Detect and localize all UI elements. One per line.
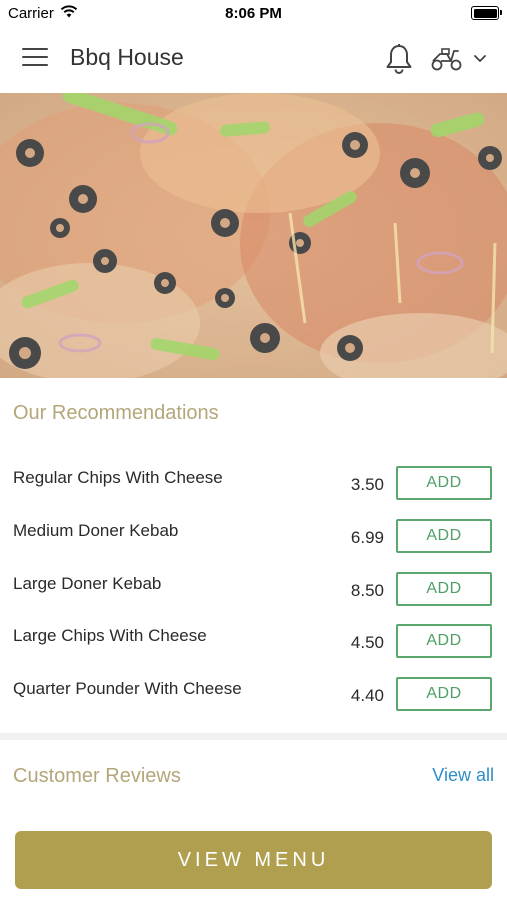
add-button[interactable]: ADD <box>396 466 492 500</box>
status-right <box>471 6 507 20</box>
hero-pizza-image <box>0 93 507 378</box>
battery-icon <box>471 6 502 20</box>
add-button[interactable]: ADD <box>396 572 492 606</box>
app-header: Bbq House <box>0 26 507 93</box>
recommendations-title: Our Recommendations <box>13 402 219 424</box>
item-price: 4.40 <box>350 686 384 705</box>
add-button[interactable]: ADD <box>396 624 492 658</box>
reviews-title: Customer Reviews <box>13 765 181 787</box>
bell-icon[interactable] <box>384 43 414 75</box>
wifi-icon <box>60 4 78 22</box>
add-button[interactable]: ADD <box>396 677 492 711</box>
item-price: 8.50 <box>350 581 384 600</box>
section-divider <box>0 733 507 740</box>
scooter-icon[interactable] <box>430 46 464 72</box>
add-button[interactable]: ADD <box>396 519 492 553</box>
chevron-down-icon[interactable] <box>472 52 488 66</box>
recommendation-item: Quarter Pounder With Cheese 4.40 ADD <box>0 677 507 729</box>
item-name: Quarter Pounder With Cheese <box>13 679 242 698</box>
status-left: Carrier <box>0 5 78 22</box>
carrier-label: Carrier <box>8 4 54 22</box>
item-name: Regular Chips With Cheese <box>13 468 223 487</box>
recommendation-item: Large Doner Kebab 8.50 ADD <box>0 572 507 624</box>
recommendation-item: Regular Chips With Cheese 3.50 ADD <box>0 466 507 518</box>
hamburger-menu-icon[interactable] <box>22 48 48 70</box>
item-name: Medium Doner Kebab <box>13 521 179 540</box>
recommendation-item: Medium Doner Kebab 6.99 ADD <box>0 519 507 571</box>
item-price: 3.50 <box>350 475 384 494</box>
status-bar: Carrier 8:06 PM <box>0 0 507 26</box>
item-price: 6.99 <box>350 528 384 547</box>
item-name: Large Chips With Cheese <box>13 626 207 645</box>
item-price: 4.50 <box>350 633 384 652</box>
app-title: Bbq House <box>70 44 184 70</box>
recommendation-item: Large Chips With Cheese 4.50 ADD <box>0 624 507 676</box>
view-menu-button[interactable]: VIEW MENU <box>15 831 492 889</box>
item-name: Large Doner Kebab <box>13 574 162 593</box>
view-all-link[interactable]: View all <box>432 765 494 786</box>
